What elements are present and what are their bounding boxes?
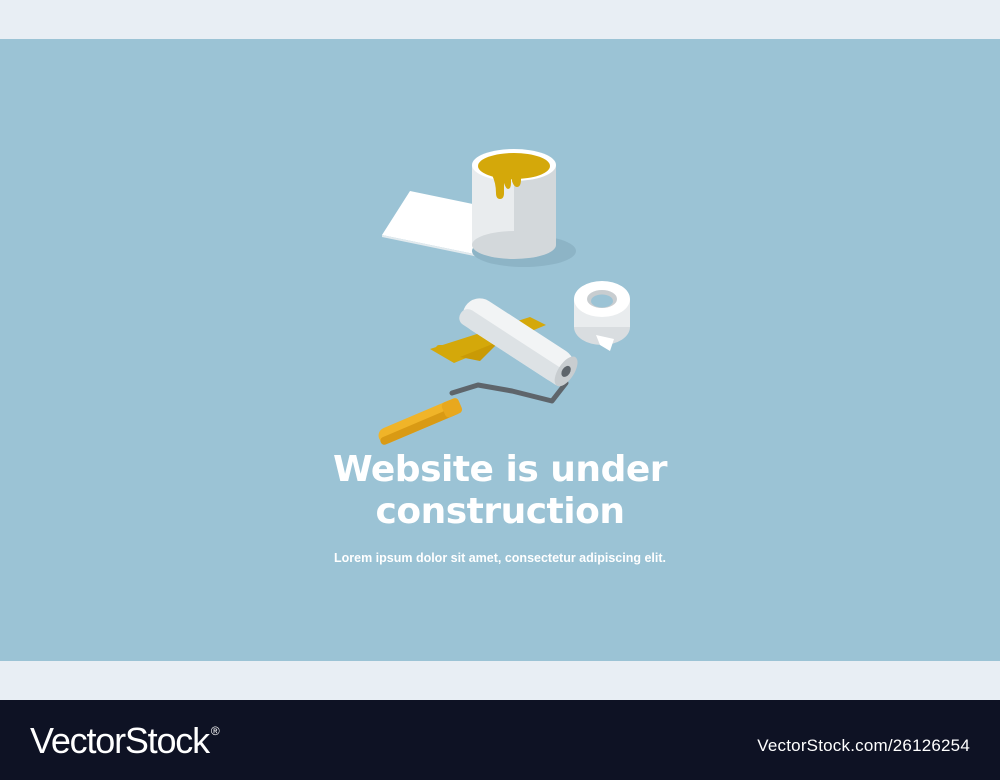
title-line-1: Website is under: [332, 449, 668, 490]
hero-section: Website is under construction Lorem ipsu…: [0, 39, 1000, 661]
brand-logo[interactable]: VectorStock ®: [30, 720, 220, 762]
page-title: Website is under construction: [0, 449, 1000, 533]
tape-roll-icon: [574, 281, 630, 351]
image-id-label: VectorStock.com/26126254: [757, 736, 970, 755]
subtitle-text: Lorem ipsum dolor sit amet, consectetur …: [333, 551, 666, 565]
page: Website is under construction Lorem ipsu…: [0, 0, 1000, 780]
title-line-2: construction: [375, 491, 625, 532]
brand-name: VectorStock: [30, 720, 210, 761]
paint-can-icon: [472, 149, 576, 267]
trademark-symbol: ®: [210, 724, 220, 738]
paint-tools-illustration: [378, 149, 630, 445]
footer-bar: VectorStock ® VectorStock.com/26126254: [0, 700, 1000, 780]
paint-roller-icon: [378, 298, 578, 445]
